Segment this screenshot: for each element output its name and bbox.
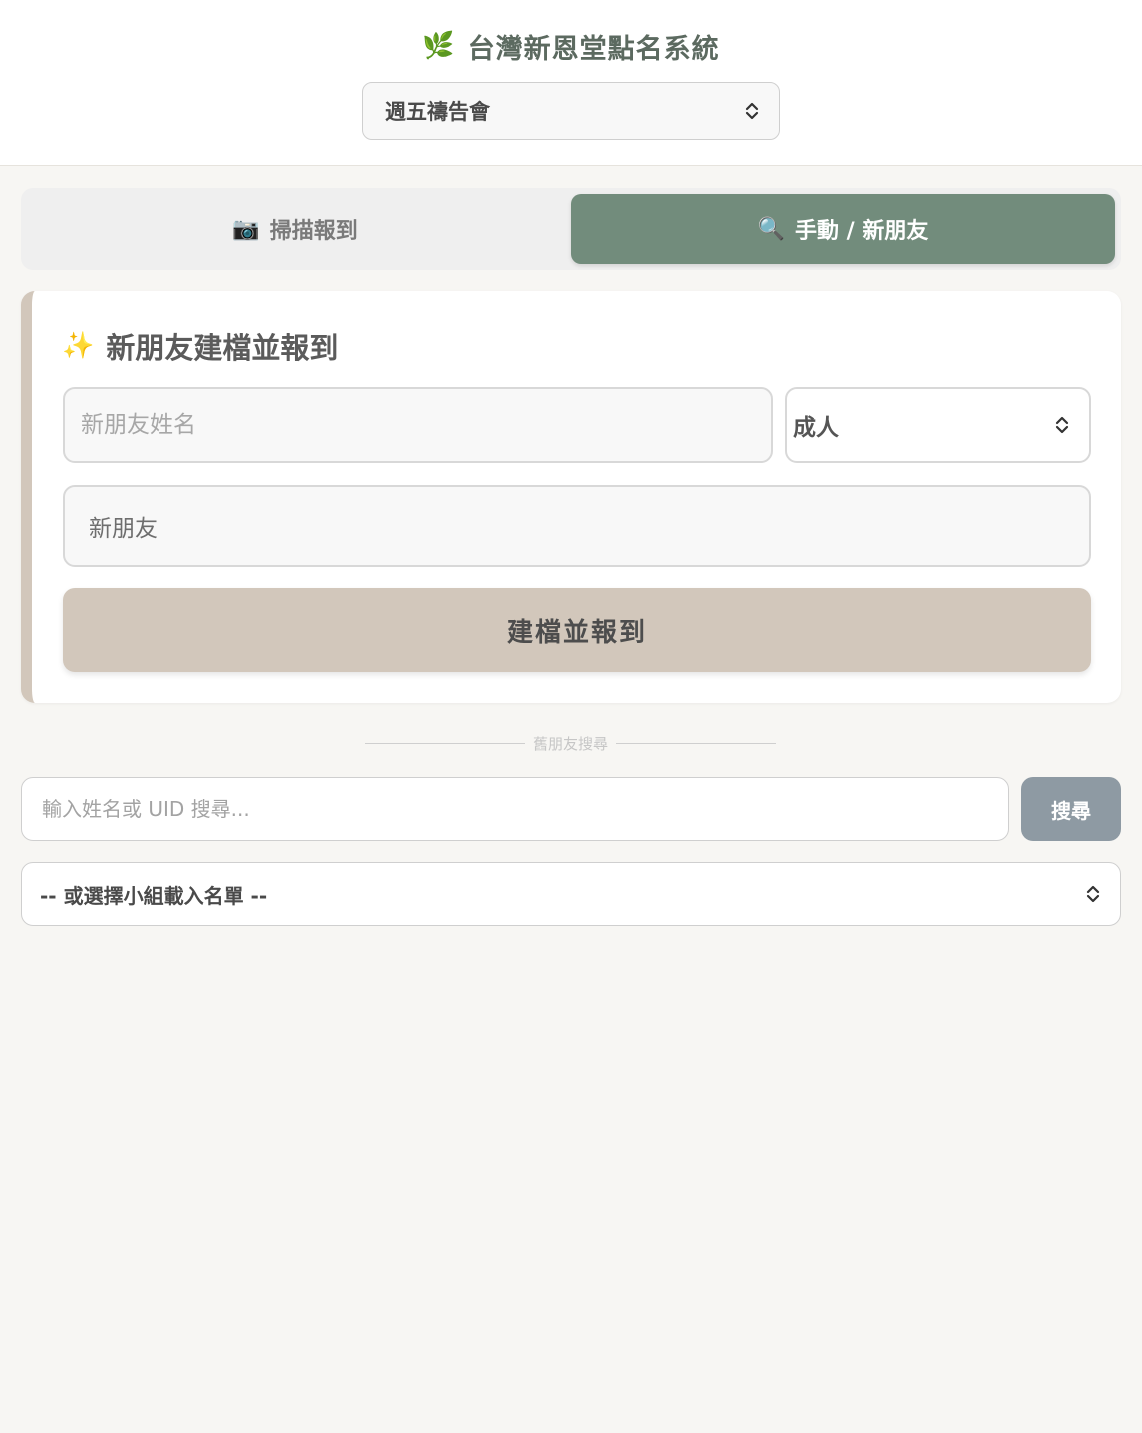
- search-input[interactable]: [21, 777, 1009, 841]
- new-friend-group-input[interactable]: 新朋友: [63, 485, 1091, 567]
- chevron-updown-icon: [1086, 885, 1100, 903]
- sparkle-icon: ✨: [62, 331, 95, 361]
- group-input-value: 新朋友: [89, 516, 158, 542]
- app-header: 🌿 台灣新恩堂點名系統 週五禱告會: [0, 0, 1142, 166]
- chevron-updown-icon: [1055, 416, 1069, 434]
- old-friend-divider: 舊朋友搜尋: [365, 732, 777, 754]
- event-select[interactable]: 週五禱告會: [362, 82, 780, 140]
- camera-icon: 📷: [232, 216, 260, 242]
- tab-manual-label: 手動 / 新朋友: [795, 219, 929, 244]
- new-friend-card: ✨ 新朋友建檔並報到 成人 新朋友 建檔並報到: [21, 291, 1121, 703]
- event-select-value: 週五禱告會: [385, 100, 490, 124]
- mode-tabs: 📷 掃描報到 🔍 手動 / 新朋友: [21, 188, 1121, 270]
- chevron-updown-icon: [745, 102, 759, 120]
- tab-manual-new-friend[interactable]: 🔍 手動 / 新朋友: [571, 194, 1115, 264]
- tab-scan-label: 掃描報到: [269, 219, 358, 244]
- search-button-label: 搜尋: [1051, 798, 1091, 823]
- divider-line: [365, 742, 525, 744]
- card-title: ✨ 新朋友建檔並報到: [62, 325, 338, 367]
- magnifier-icon: 🔍: [757, 216, 786, 242]
- group-list-select-value: -- 或選擇小組載入名單 --: [40, 883, 268, 908]
- tab-scan-checkin[interactable]: 📷 掃描報到: [25, 194, 565, 264]
- search-button[interactable]: 搜尋: [1021, 777, 1121, 841]
- group-list-select[interactable]: -- 或選擇小組載入名單 --: [21, 862, 1121, 926]
- app-title: 🌿 台灣新恩堂點名系統: [0, 28, 1142, 65]
- app-title-text: 台灣新恩堂點名系統: [467, 33, 720, 65]
- create-button-label: 建檔並報到: [506, 617, 647, 648]
- divider-label: 舊朋友搜尋: [533, 734, 609, 753]
- age-group-select-value: 成人: [793, 415, 839, 441]
- leaf-icon: 🌿: [422, 31, 456, 61]
- create-and-checkin-button[interactable]: 建檔並報到: [63, 588, 1091, 672]
- card-title-text: 新朋友建檔並報到: [106, 331, 339, 365]
- divider-line: [616, 742, 777, 744]
- new-friend-name-input[interactable]: [63, 387, 773, 463]
- age-group-select[interactable]: 成人: [785, 387, 1091, 463]
